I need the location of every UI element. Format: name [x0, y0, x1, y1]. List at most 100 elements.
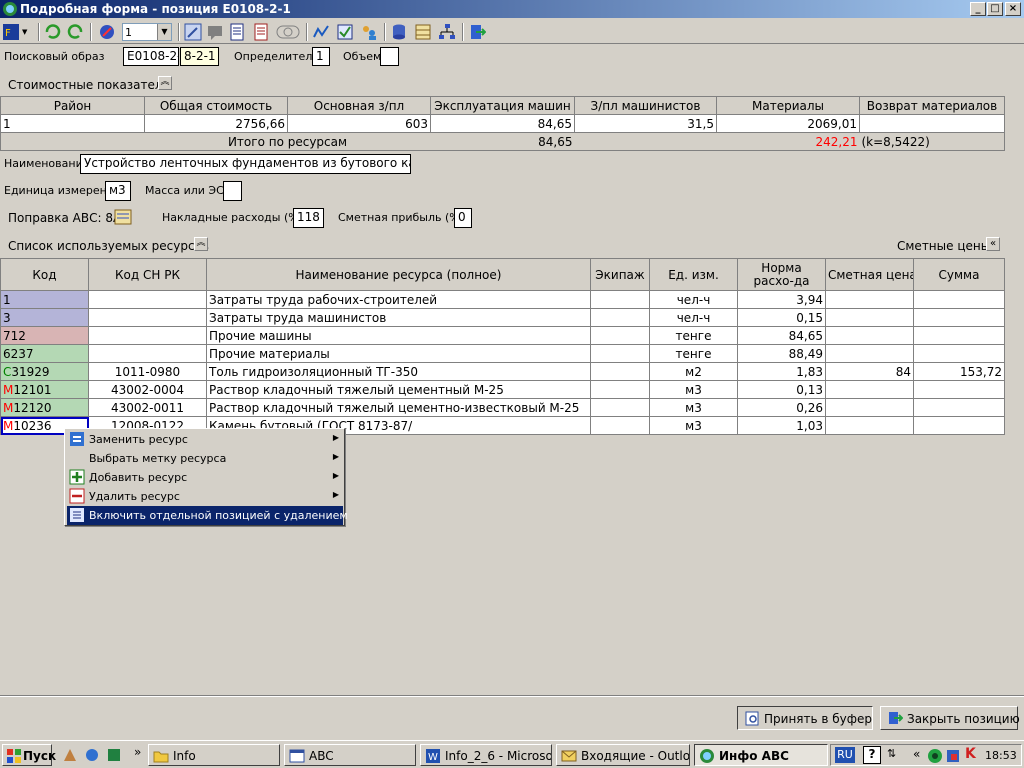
resource-price-cell[interactable] [825, 416, 914, 435]
materials-cell[interactable]: 2069,01 [716, 114, 860, 133]
quicklaunch-icon[interactable] [106, 747, 122, 763]
resource-unit-cell[interactable]: тенге [649, 326, 738, 345]
table-coins-icon[interactable] [414, 23, 432, 41]
cost-data-row[interactable]: 1 2756,66 603 84,65 31,5 2069,01 [0, 114, 1005, 133]
document-red-icon[interactable] [252, 23, 270, 41]
resource-code-cell[interactable]: 712 [0, 326, 89, 345]
table-row[interactable]: 3 Затраты труда машинистов чел-ч 0,15 [0, 308, 1005, 327]
resource-norm-cell[interactable]: 1,03 [737, 416, 826, 435]
overhead-field[interactable]: 118 [293, 208, 324, 228]
document-list-icon[interactable] [228, 23, 246, 41]
resource-unit-cell[interactable]: м2 [649, 362, 738, 381]
operators-salary-cell[interactable]: 31,5 [574, 114, 717, 133]
resource-norm-cell[interactable]: 1,83 [737, 362, 826, 381]
comment-icon[interactable] [206, 23, 224, 41]
resource-sn-code-cell[interactable]: 43002-0004 [88, 380, 207, 399]
abc-settings-icon[interactable] [114, 208, 132, 226]
resource-sum-cell[interactable] [913, 416, 1005, 435]
toggle-icon[interactable] [276, 23, 300, 41]
resource-price-cell[interactable] [825, 308, 914, 327]
total-cost-cell[interactable]: 2756,66 [144, 114, 288, 133]
resource-sum-cell[interactable] [913, 290, 1005, 309]
resource-crew-cell[interactable] [590, 308, 650, 327]
resource-price-cell[interactable] [825, 398, 914, 417]
resource-name-cell[interactable]: Толь гидроизоляционный ТГ-350 [206, 362, 591, 381]
collapse-up-icon[interactable]: ︽ [158, 76, 172, 90]
task-info-abc[interactable]: Инфо АВС [694, 744, 828, 766]
task-word[interactable]: W Info_2_6 - Microsof... [420, 744, 552, 766]
resource-code-cell[interactable]: 3 [0, 308, 89, 327]
accept-to-buffer-button[interactable]: Принять в буфер [737, 706, 873, 730]
region-cell[interactable]: 1 [0, 114, 145, 133]
resource-unit-cell[interactable]: чел-ч [649, 308, 738, 327]
tray-network-icon[interactable] [927, 748, 943, 764]
table-row[interactable]: М12120 43002-0011 Раствор кладочный тяжелы… [0, 398, 1005, 417]
menu-item-replace-resource[interactable]: Заменить ресурс ▶ [67, 430, 343, 449]
task-info[interactable]: Info [148, 744, 280, 766]
chevron-down-icon[interactable]: ▼ [157, 24, 171, 40]
users-icon[interactable] [360, 23, 378, 41]
resource-sn-code-cell[interactable]: 1011-0980 [88, 362, 207, 381]
resource-crew-cell[interactable] [590, 344, 650, 363]
resource-crew-cell[interactable] [590, 326, 650, 345]
chart-check-icon[interactable] [312, 23, 330, 41]
resource-sn-code-cell[interactable] [88, 290, 207, 309]
form-dropdown-arrow-icon[interactable]: ▼ [22, 28, 27, 36]
resource-code-cell[interactable]: М12101 [0, 380, 89, 399]
resource-price-cell[interactable] [825, 344, 914, 363]
resource-code-cell[interactable]: С31929 [0, 362, 89, 381]
resource-sum-cell[interactable] [913, 326, 1005, 345]
resource-price-cell[interactable] [825, 380, 914, 399]
profit-field[interactable]: 0 [454, 208, 472, 228]
menu-item-add-resource[interactable]: Добавить ресурс ▶ [67, 468, 343, 487]
resource-norm-cell[interactable]: 0,13 [737, 380, 826, 399]
tray-misc-icon[interactable]: ⇅ [887, 747, 896, 760]
resource-norm-cell[interactable]: 0,15 [737, 308, 826, 327]
table-row[interactable]: 712 Прочие машины тенге 84,65 [0, 326, 1005, 345]
menu-item-include-separate-position[interactable]: Включить отдельной позицией с удалением [67, 506, 348, 525]
resource-norm-cell[interactable]: 0,26 [737, 398, 826, 417]
close-window-button[interactable]: × [1005, 2, 1021, 16]
table-row[interactable]: 1 Затраты труда рабочих-строителей чел-ч 3,… [0, 290, 1005, 309]
resource-code-cell[interactable]: 1 [0, 290, 89, 309]
maximize-button[interactable]: □ [987, 2, 1003, 16]
resource-name-cell[interactable]: Затраты труда машинистов [206, 308, 591, 327]
language-indicator[interactable]: RU [835, 747, 855, 763]
expand-left-icon[interactable]: « [986, 237, 1000, 251]
resource-norm-cell[interactable]: 88,49 [737, 344, 826, 363]
resource-crew-cell[interactable] [590, 416, 650, 435]
refresh-forward-icon[interactable] [66, 23, 84, 41]
resource-sum-cell[interactable] [913, 380, 1005, 399]
tray-expand-icon[interactable]: « [913, 747, 920, 761]
resource-price-cell[interactable] [825, 326, 914, 345]
determinant-field[interactable]: 1 [312, 47, 330, 66]
compass-icon[interactable] [98, 23, 116, 41]
level-select[interactable]: 1 ▼ [122, 23, 172, 41]
resource-unit-cell[interactable]: тенге [649, 344, 738, 363]
volume-field[interactable] [380, 47, 399, 66]
antivirus-icon[interactable]: K [965, 746, 976, 762]
resource-unit-cell[interactable]: м3 [649, 416, 738, 435]
resource-sum-cell[interactable]: 153,72 [913, 362, 1005, 381]
pencil-icon[interactable] [184, 23, 202, 41]
code-field[interactable]: 8-2-1 [180, 47, 219, 66]
mass-field[interactable] [223, 181, 242, 201]
resource-crew-cell[interactable] [590, 362, 650, 381]
menu-item-delete-resource[interactable]: Удалить ресурс ▶ [67, 487, 343, 506]
resource-norm-cell[interactable]: 84,65 [737, 326, 826, 345]
checklist-icon[interactable] [336, 23, 354, 41]
table-row[interactable]: М12101 43002-0004 Раствор кладочный тяжелы… [0, 380, 1005, 399]
name-field[interactable]: Устройство ленточных фундаментов из буто… [80, 154, 411, 174]
resource-name-cell[interactable]: Раствор кладочный тяжелый цементно-извес… [206, 398, 591, 417]
unit-field[interactable]: м3 [105, 181, 131, 201]
hierarchy-icon[interactable] [438, 23, 456, 41]
tray-shield-icon[interactable] [945, 748, 961, 764]
main-salary-cell[interactable]: 603 [287, 114, 431, 133]
machines-cell[interactable]: 84,65 [430, 114, 575, 133]
resource-unit-cell[interactable]: м3 [649, 380, 738, 399]
resource-sn-code-cell[interactable]: 43002-0011 [88, 398, 207, 417]
collapse-up-icon[interactable]: ︽ [194, 237, 208, 251]
resource-name-cell[interactable]: Прочие материалы [206, 344, 591, 363]
resource-price-cell[interactable]: 84 [825, 362, 914, 381]
quicklaunch-icon[interactable] [84, 747, 100, 763]
